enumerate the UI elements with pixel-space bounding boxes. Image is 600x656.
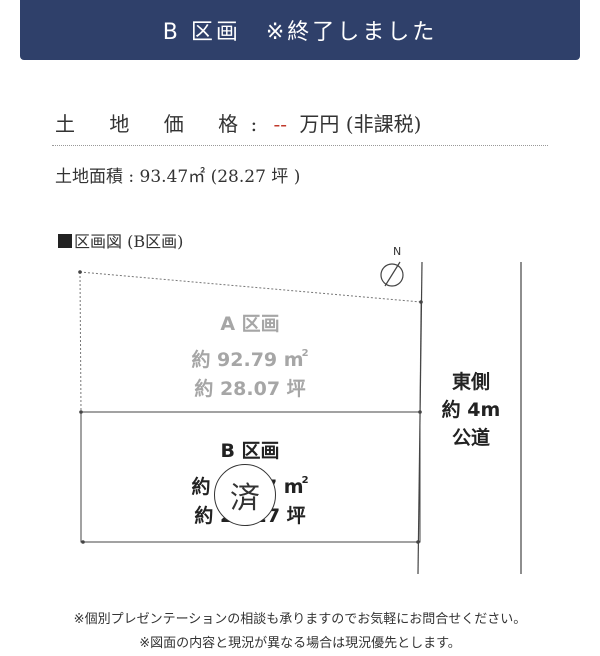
lot-a-area-sqm-line: 約 92.79 m2	[150, 339, 350, 375]
banner-title: B 区画 ※終了しました	[162, 20, 438, 45]
road-width: 約 4m	[441, 399, 501, 421]
road-direction: 東側	[451, 371, 490, 393]
land-area-text: 土地面積 : 93.47㎡ (28.27 坪 )	[55, 167, 301, 187]
lot-b-sqm-unit: m	[283, 476, 304, 498]
sold-stamp: 済	[214, 464, 276, 526]
note-current-condition: ※図面の内容と現況が異なる場合は現況優先とします。	[139, 636, 461, 651]
lot-a-left-edge	[79, 271, 82, 413]
dotted-divider	[52, 145, 548, 146]
land-price-tax-note: (非課税)	[345, 112, 422, 136]
north-label: N	[393, 245, 402, 258]
north-arrow-icon	[380, 261, 404, 287]
land-price-row: 土 地 価 格 : -- 万円 (非課税)	[55, 108, 421, 137]
road-type: 公道	[451, 427, 490, 449]
land-area-row: 土地面積 : 93.47㎡ (28.27 坪 )	[55, 162, 300, 187]
sold-stamp-text: 済	[230, 481, 260, 516]
lot-status-banner: B 区画 ※終了しました	[20, 0, 580, 60]
lot-a-area-tsubo: 約 28.07 坪	[194, 378, 306, 400]
land-price-colon: :	[250, 112, 258, 136]
lot-a-info: A 区画 約 92.79 m2 約 28.07 坪	[150, 310, 350, 404]
lot-b-name: B 区画	[220, 440, 280, 462]
road-info: 東側 約 4m 公道	[428, 368, 514, 452]
lot-a-boundary	[79, 271, 422, 303]
disclaimer-notes: ※個別プレゼンテーションの相談も承りますのでお気軽にお問合せください。 ※図面の…	[0, 608, 600, 656]
land-price-label: 土 地 価 格	[55, 112, 253, 136]
lot-a-name: A 区画	[220, 313, 280, 335]
land-price-unit: 万円	[299, 112, 340, 136]
lot-a-sqm-unit: m	[283, 349, 304, 371]
land-price-value: --	[273, 112, 288, 136]
lot-a-sqm-superscript: 2	[301, 348, 309, 359]
lot-b-sqm-superscript: 2	[301, 475, 309, 486]
lot-a-area-sqm: 約 92.79	[191, 349, 278, 371]
note-consultation: ※個別プレゼンテーションの相談も承りますのでお気軽にお問合せください。	[73, 612, 527, 627]
